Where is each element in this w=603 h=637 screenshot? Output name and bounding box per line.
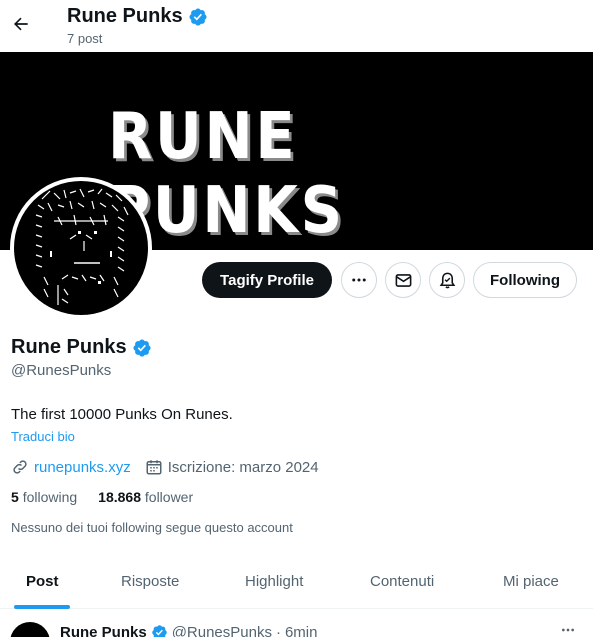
- tagify-profile-button[interactable]: Tagify Profile: [202, 262, 332, 298]
- joined-date: Iscrizione: marzo 2024: [167, 458, 319, 476]
- profile-handle: @RunesPunks: [11, 362, 112, 379]
- active-tab-indicator: [14, 605, 70, 609]
- verified-badge-icon: [189, 7, 207, 26]
- link-icon: [13, 460, 27, 474]
- tab-contenuti[interactable]: Contenuti: [370, 573, 434, 590]
- profile-meta: runepunks.xyz Iscrizione: marzo 2024: [11, 457, 319, 477]
- profile-bio: The first 10000 Punks On Runes.: [11, 406, 233, 423]
- profile-header: Rune Punks 7 post: [0, 0, 603, 52]
- profile-name-text: Rune Punks: [11, 336, 127, 358]
- verified-badge-icon: [151, 625, 167, 637]
- header-title-text: Rune Punks: [67, 5, 183, 27]
- following-label: following: [22, 489, 78, 505]
- mail-icon: [395, 273, 411, 287]
- tab-post[interactable]: Post: [26, 573, 59, 590]
- profile-tabs: Post Risposte Highlight Contenuti Mi pia…: [0, 555, 593, 609]
- calendar-icon: [146, 460, 162, 475]
- punk-rune-avatar-image: [14, 181, 148, 315]
- post-author-name[interactable]: Rune Punks: [60, 624, 147, 637]
- profile-name: Rune Punks: [11, 336, 152, 359]
- following-button[interactable]: Following: [473, 262, 577, 298]
- more-icon: [562, 628, 574, 632]
- notifications-button[interactable]: [429, 262, 465, 298]
- verified-badge-icon[interactable]: [132, 338, 152, 358]
- followers-link[interactable]: 18.868 follower: [98, 489, 193, 505]
- banner-text: RUNE PUNKS: [108, 100, 345, 248]
- tab-risposte[interactable]: Risposte: [121, 573, 179, 590]
- followers-count: 18.868: [98, 489, 141, 505]
- no-mutual-followers-note: Nessuno dei tuoi following segue questo …: [11, 520, 293, 535]
- more-icon: [352, 278, 366, 282]
- post-item[interactable]: Rune Punks @RunesPunks · 6min: [0, 610, 603, 637]
- following-count: 5: [11, 489, 19, 505]
- tab-mi-piace[interactable]: Mi piace: [503, 573, 559, 590]
- tab-highlight[interactable]: Highlight: [245, 573, 303, 590]
- message-button[interactable]: [385, 262, 421, 298]
- translate-bio-link[interactable]: Traduci bio: [11, 429, 75, 444]
- back-arrow-icon[interactable]: [10, 10, 32, 38]
- post-avatar[interactable]: [10, 622, 50, 637]
- profile-avatar[interactable]: [10, 177, 152, 319]
- following-link[interactable]: 5 following: [11, 489, 77, 505]
- post-more-button[interactable]: [558, 622, 578, 637]
- post-author-handle[interactable]: @RunesPunks: [172, 624, 272, 637]
- header-title: Rune Punks: [67, 5, 208, 28]
- follow-stats: 5 following 18.868 follower: [11, 489, 193, 505]
- post-time[interactable]: 6min: [285, 624, 318, 637]
- notification-bell-icon: [439, 272, 455, 288]
- post-count: 7 post: [67, 31, 103, 46]
- post-header: Rune Punks @RunesPunks · 6min: [60, 624, 317, 637]
- more-button[interactable]: [341, 262, 377, 298]
- website-link[interactable]: runepunks.xyz: [34, 459, 131, 476]
- followers-label: follower: [144, 489, 194, 505]
- post-separator: ·: [275, 624, 281, 637]
